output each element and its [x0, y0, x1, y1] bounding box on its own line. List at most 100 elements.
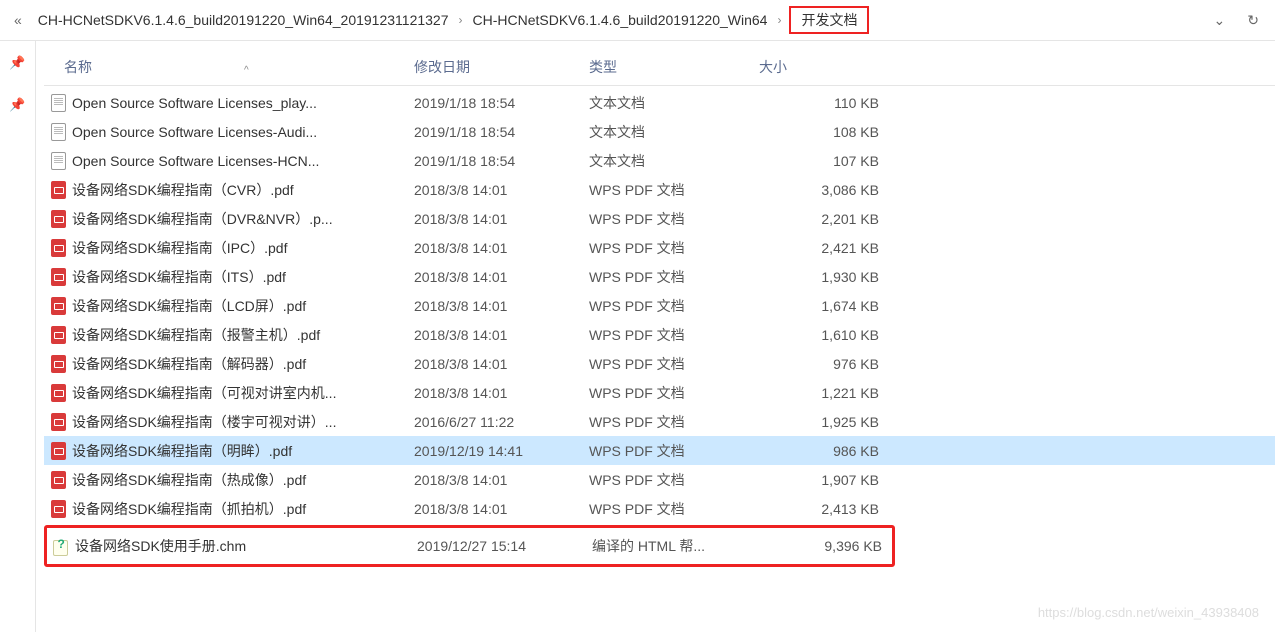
file-name: 设备网络SDK编程指南（抓拍机）.pdf — [72, 499, 414, 519]
file-type: WPS PDF 文档 — [589, 238, 759, 258]
file-type: WPS PDF 文档 — [589, 412, 759, 432]
txt-file-icon — [51, 152, 66, 170]
file-row[interactable]: 设备网络SDK编程指南（LCD屏）.pdf2018/3/8 14:01WPS P… — [44, 291, 1275, 320]
file-rows: Open Source Software Licenses_play...201… — [44, 86, 1275, 567]
file-size: 986 KB — [759, 443, 889, 459]
column-name[interactable]: 名称 ^ — [44, 57, 414, 77]
watermark: https://blog.csdn.net/weixin_43938408 — [1038, 605, 1259, 620]
file-size: 110 KB — [759, 95, 889, 111]
file-name: 设备网络SDK编程指南（可视对讲室内机... — [72, 383, 414, 403]
file-row[interactable]: Open Source Software Licenses-Audi...201… — [44, 117, 1275, 146]
file-name: 设备网络SDK编程指南（报警主机）.pdf — [72, 325, 414, 345]
file-date: 2018/3/8 14:01 — [414, 501, 589, 517]
column-type[interactable]: 类型 — [589, 57, 759, 77]
breadcrumb-current[interactable]: 开发文档 — [789, 6, 869, 34]
main-area: 📌 📌 名称 ^ 修改日期 类型 大小 Open Source Software… — [0, 41, 1275, 632]
file-date: 2018/3/8 14:01 — [414, 269, 589, 285]
file-name: 设备网络SDK编程指南（LCD屏）.pdf — [72, 296, 414, 316]
column-size[interactable]: 大小 — [759, 57, 899, 77]
column-date[interactable]: 修改日期 — [414, 57, 589, 77]
pdf-file-icon — [51, 297, 66, 315]
file-date: 2019/1/18 18:54 — [414, 124, 589, 140]
file-type: WPS PDF 文档 — [589, 470, 759, 490]
file-name: 设备网络SDK编程指南（热成像）.pdf — [72, 470, 414, 490]
file-date: 2018/3/8 14:01 — [414, 240, 589, 256]
pdf-file-icon — [51, 239, 66, 257]
file-type: 文本文档 — [589, 93, 759, 113]
file-date: 2018/3/8 14:01 — [414, 211, 589, 227]
file-size: 1,925 KB — [759, 414, 889, 430]
file-row[interactable]: Open Source Software Licenses-HCN...2019… — [44, 146, 1275, 175]
explorer-window: « CH-HCNetSDKV6.1.4.6_build20191220_Win6… — [0, 0, 1275, 632]
file-size: 108 KB — [759, 124, 889, 140]
txt-file-icon — [51, 94, 66, 112]
file-row[interactable]: 设备网络SDK编程指南（CVR）.pdf2018/3/8 14:01WPS PD… — [44, 175, 1275, 204]
file-type: 文本文档 — [589, 151, 759, 171]
left-rail: 📌 📌 — [0, 41, 36, 632]
file-date: 2019/1/18 18:54 — [414, 95, 589, 111]
file-row[interactable]: 设备网络SDK编程指南（解码器）.pdf2018/3/8 14:01WPS PD… — [44, 349, 1275, 378]
file-row[interactable]: 设备网络SDK编程指南（楼宇可视对讲）...2016/6/27 11:22WPS… — [44, 407, 1275, 436]
column-headers: 名称 ^ 修改日期 类型 大小 — [44, 49, 1275, 86]
pin-icon[interactable]: 📌 — [9, 55, 25, 71]
file-date: 2018/3/8 14:01 — [414, 327, 589, 343]
breadcrumb-item[interactable]: CH-HCNetSDKV6.1.4.6_build20191220_Win64_… — [34, 10, 453, 30]
file-date: 2018/3/8 14:01 — [414, 356, 589, 372]
pdf-file-icon — [51, 181, 66, 199]
file-row[interactable]: 设备网络SDK编程指南（ITS）.pdf2018/3/8 14:01WPS PD… — [44, 262, 1275, 291]
file-type: 编译的 HTML 帮... — [592, 536, 762, 556]
file-date: 2018/3/8 14:01 — [414, 472, 589, 488]
file-size: 2,201 KB — [759, 211, 889, 227]
file-type: WPS PDF 文档 — [589, 267, 759, 287]
chevron-right-icon: › — [777, 13, 781, 27]
file-row[interactable]: 设备网络SDK使用手册.chm2019/12/27 15:14编译的 HTML … — [44, 525, 895, 567]
file-size: 2,413 KB — [759, 501, 889, 517]
file-row[interactable]: 设备网络SDK编程指南（抓拍机）.pdf2018/3/8 14:01WPS PD… — [44, 494, 1275, 523]
pdf-file-icon — [51, 355, 66, 373]
pdf-file-icon — [51, 268, 66, 286]
file-date: 2019/12/19 14:41 — [414, 443, 589, 459]
file-size: 1,610 KB — [759, 327, 889, 343]
file-type: 文本文档 — [589, 122, 759, 142]
file-name: 设备网络SDK使用手册.chm — [75, 536, 417, 556]
file-name: 设备网络SDK编程指南（IPC）.pdf — [72, 238, 414, 258]
back-button[interactable]: « — [8, 10, 28, 30]
file-name: 设备网络SDK编程指南（CVR）.pdf — [72, 180, 414, 200]
file-date: 2018/3/8 14:01 — [414, 298, 589, 314]
file-name: 设备网络SDK编程指南（楼宇可视对讲）... — [72, 412, 414, 432]
dropdown-button[interactable]: ⌄ — [1206, 10, 1234, 31]
pdf-file-icon — [51, 384, 66, 402]
pdf-file-icon — [51, 210, 66, 228]
file-row[interactable]: 设备网络SDK编程指南（报警主机）.pdf2018/3/8 14:01WPS P… — [44, 320, 1275, 349]
file-name: 设备网络SDK编程指南（解码器）.pdf — [72, 354, 414, 374]
file-size: 2,421 KB — [759, 240, 889, 256]
txt-file-icon — [51, 123, 66, 141]
file-size: 1,221 KB — [759, 385, 889, 401]
file-row[interactable]: 设备网络SDK编程指南（热成像）.pdf2018/3/8 14:01WPS PD… — [44, 465, 1275, 494]
pin-icon[interactable]: 📌 — [9, 97, 25, 113]
breadcrumb-bar: « CH-HCNetSDKV6.1.4.6_build20191220_Win6… — [0, 0, 1275, 41]
file-type: WPS PDF 文档 — [589, 325, 759, 345]
file-date: 2016/6/27 11:22 — [414, 414, 589, 430]
file-row[interactable]: Open Source Software Licenses_play...201… — [44, 88, 1275, 117]
file-row[interactable]: 设备网络SDK编程指南（明眸）.pdf2019/12/19 14:41WPS P… — [44, 436, 1275, 465]
file-name: 设备网络SDK编程指南（ITS）.pdf — [72, 267, 414, 287]
file-row[interactable]: 设备网络SDK编程指南（可视对讲室内机...2018/3/8 14:01WPS … — [44, 378, 1275, 407]
file-size: 1,674 KB — [759, 298, 889, 314]
pdf-file-icon — [51, 500, 66, 518]
breadcrumb-item[interactable]: CH-HCNetSDKV6.1.4.6_build20191220_Win64 — [469, 10, 772, 30]
file-date: 2018/3/8 14:01 — [414, 182, 589, 198]
pdf-file-icon — [51, 471, 66, 489]
file-type: WPS PDF 文档 — [589, 441, 759, 461]
file-type: WPS PDF 文档 — [589, 209, 759, 229]
file-name: 设备网络SDK编程指南（明眸）.pdf — [72, 441, 414, 461]
file-row[interactable]: 设备网络SDK编程指南（DVR&NVR）.p...2018/3/8 14:01W… — [44, 204, 1275, 233]
chm-file-icon — [53, 538, 70, 555]
refresh-button[interactable]: ↻ — [1239, 10, 1267, 31]
file-row[interactable]: 设备网络SDK编程指南（IPC）.pdf2018/3/8 14:01WPS PD… — [44, 233, 1275, 262]
file-type: WPS PDF 文档 — [589, 180, 759, 200]
file-size: 9,396 KB — [762, 538, 892, 554]
file-date: 2019/1/18 18:54 — [414, 153, 589, 169]
file-date: 2018/3/8 14:01 — [414, 385, 589, 401]
file-size: 107 KB — [759, 153, 889, 169]
